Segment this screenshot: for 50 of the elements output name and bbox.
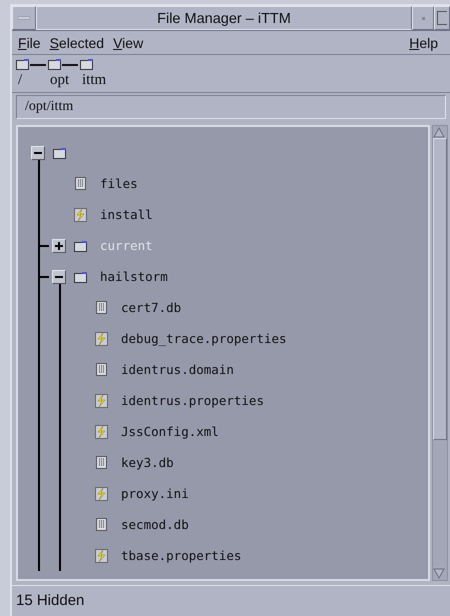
maximize-button[interactable] (434, 6, 450, 30)
folder-icon (74, 270, 88, 282)
minimize-button[interactable] (412, 6, 434, 30)
document-icon (96, 518, 107, 531)
scrollbar[interactable] (432, 125, 448, 581)
path-field[interactable]: /opt/ittm (16, 95, 446, 119)
document-icon (96, 363, 107, 376)
file-name[interactable]: key3.db (121, 455, 174, 470)
collapse-button[interactable] (31, 146, 45, 160)
file-name[interactable]: identrus.properties (121, 393, 264, 408)
bar-icon (18, 16, 30, 20)
document-icon (96, 301, 107, 314)
file-name[interactable]: debug_trace.properties (121, 331, 287, 346)
file-name[interactable]: identrus.domain (121, 362, 234, 377)
document-icon (96, 456, 107, 469)
minus-icon (34, 149, 42, 157)
lightning-icon (95, 332, 108, 346)
expand-button[interactable] (52, 239, 66, 253)
file-name[interactable]: proxy.ini (121, 486, 189, 501)
file-name[interactable]: hailstorm (100, 269, 168, 284)
minus-icon (55, 273, 63, 281)
menu-item[interactable]: Help (409, 35, 438, 51)
lightning-icon (74, 208, 87, 222)
document-icon (75, 177, 86, 190)
lightning-icon (95, 548, 108, 562)
collapse-button[interactable] (52, 270, 66, 284)
file-name[interactable]: cert7.db (121, 300, 182, 315)
lightning-icon (95, 486, 108, 500)
menu-item[interactable]: View (113, 35, 144, 51)
file-name[interactable]: install (100, 207, 153, 222)
menu-item[interactable]: File (18, 35, 41, 51)
lightning-icon (95, 394, 108, 408)
file-name[interactable]: files (100, 176, 138, 191)
file-name[interactable]: tbase.properties (121, 548, 242, 563)
folder-icon[interactable] (16, 58, 46, 70)
breadcrumb-label[interactable]: / (16, 70, 22, 90)
window-title: File Manager – iTTM (36, 6, 412, 30)
file-name[interactable]: secmod.db (121, 517, 189, 532)
menu-item[interactable]: Selected (50, 35, 104, 51)
folder-icon (52, 146, 66, 158)
folder-icon (74, 240, 88, 252)
breadcrumb-label[interactable]: ittm (80, 70, 106, 90)
plus-icon (55, 242, 63, 250)
status-text: 15 Hidden (12, 585, 450, 616)
window-menu-button[interactable] (12, 6, 36, 30)
folder-icon[interactable] (80, 58, 94, 70)
breadcrumb-label[interactable]: opt (48, 70, 70, 90)
file-name[interactable]: JssConfig.xml (121, 424, 219, 439)
folder-icon[interactable] (48, 58, 78, 70)
lightning-icon (95, 424, 108, 438)
